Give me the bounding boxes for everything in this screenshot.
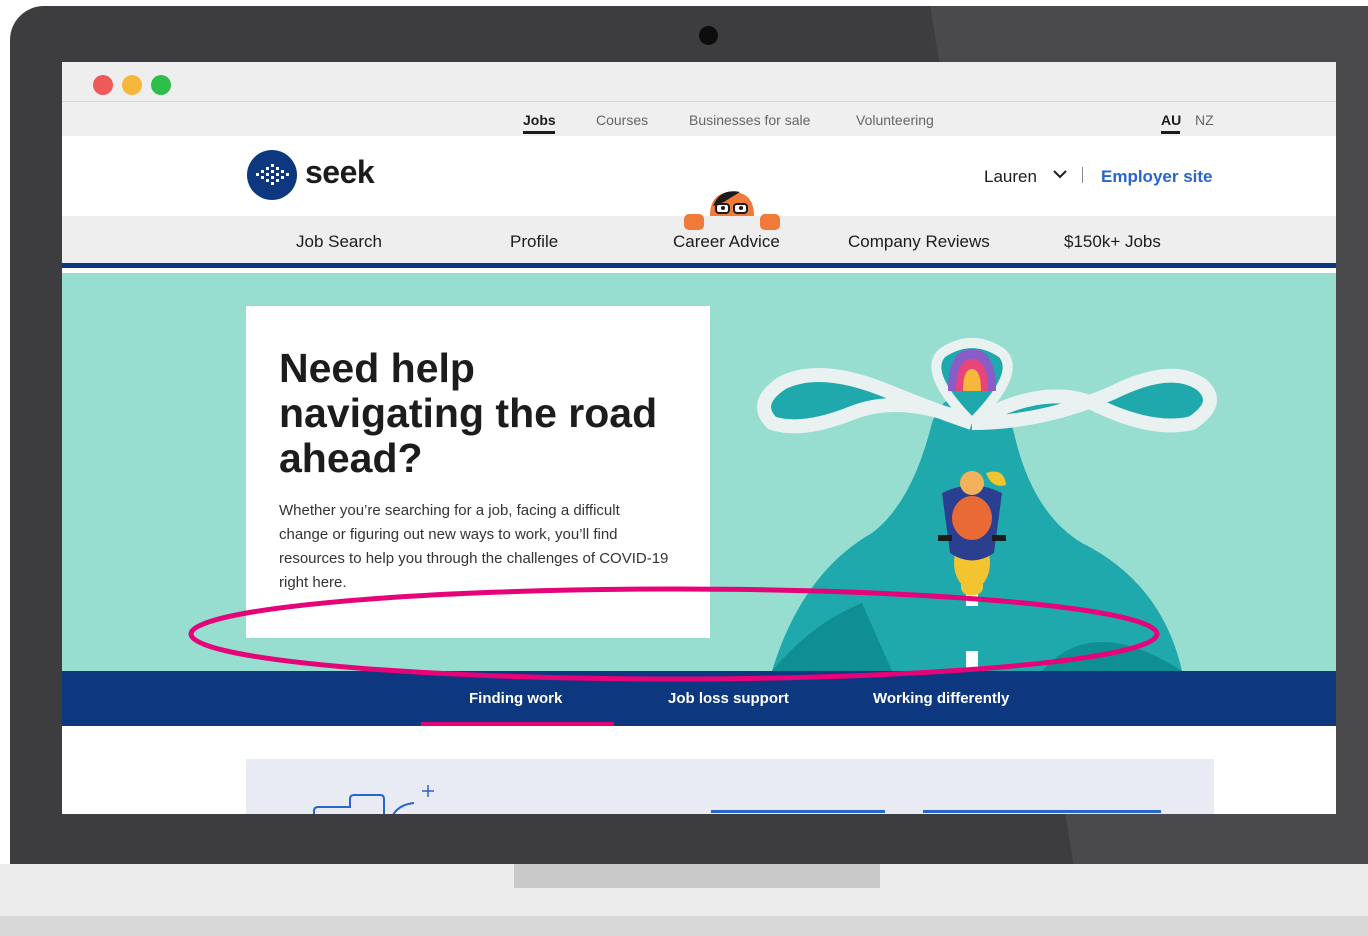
minimize-window-button[interactable] <box>122 75 142 95</box>
top-nav: Jobs Courses Businesses for sale Volunte… <box>62 102 1336 136</box>
browser-title-bar <box>62 62 1336 102</box>
main-nav-150k-jobs[interactable]: $150k+ Jobs <box>1064 232 1161 252</box>
content-button-2[interactable] <box>923 810 1161 813</box>
main-nav-profile[interactable]: Profile <box>510 232 558 252</box>
browser-window: Jobs Courses Businesses for sale Volunte… <box>62 62 1336 814</box>
peeking-character-icon <box>684 191 780 230</box>
main-nav-job-search[interactable]: Job Search <box>296 232 382 252</box>
content-button-1[interactable] <box>711 810 885 813</box>
tab-job-loss-support[interactable]: Job loss support <box>668 690 789 707</box>
top-nav-businesses-for-sale[interactable]: Businesses for sale <box>689 112 810 128</box>
seek-logo-text[interactable]: seek <box>305 154 375 191</box>
laptop-mockup: Jobs Courses Businesses for sale Volunte… <box>0 0 1368 936</box>
chevron-down-icon[interactable] <box>1050 164 1070 184</box>
main-nav-company-reviews[interactable]: Company Reviews <box>848 232 990 252</box>
annotation-highlight-ellipse <box>188 586 1160 682</box>
tab-working-differently[interactable]: Working differently <box>873 690 1009 707</box>
top-nav-courses[interactable]: Courses <box>596 112 648 128</box>
top-nav-jobs[interactable]: Jobs <box>523 112 556 128</box>
briefcase-sparkle-icon <box>313 785 434 814</box>
region-active-indicator <box>1161 131 1180 134</box>
main-nav-career-advice[interactable]: Career Advice <box>673 232 780 252</box>
maximize-window-button[interactable] <box>151 75 171 95</box>
laptop-hinge-notch <box>514 864 880 888</box>
employer-site-link[interactable]: Employer site <box>1101 167 1213 187</box>
hero-body: Whether you’re searching for a job, faci… <box>279 502 669 591</box>
top-nav-active-indicator <box>523 131 555 134</box>
seek-logo-icon[interactable] <box>247 150 297 200</box>
tab-active-indicator <box>421 722 614 726</box>
top-nav-volunteering[interactable]: Volunteering <box>856 112 934 128</box>
close-window-button[interactable] <box>93 75 113 95</box>
tab-finding-work[interactable]: Finding work <box>469 690 562 707</box>
hero-title: Need help navigating the road ahead? <box>279 345 658 481</box>
header-divider <box>1082 167 1083 183</box>
user-menu-name[interactable]: Lauren <box>984 167 1037 187</box>
region-nz[interactable]: NZ <box>1195 112 1214 128</box>
region-au[interactable]: AU <box>1161 112 1181 128</box>
laptop-camera <box>699 26 718 45</box>
laptop-base-edge <box>0 916 1368 936</box>
